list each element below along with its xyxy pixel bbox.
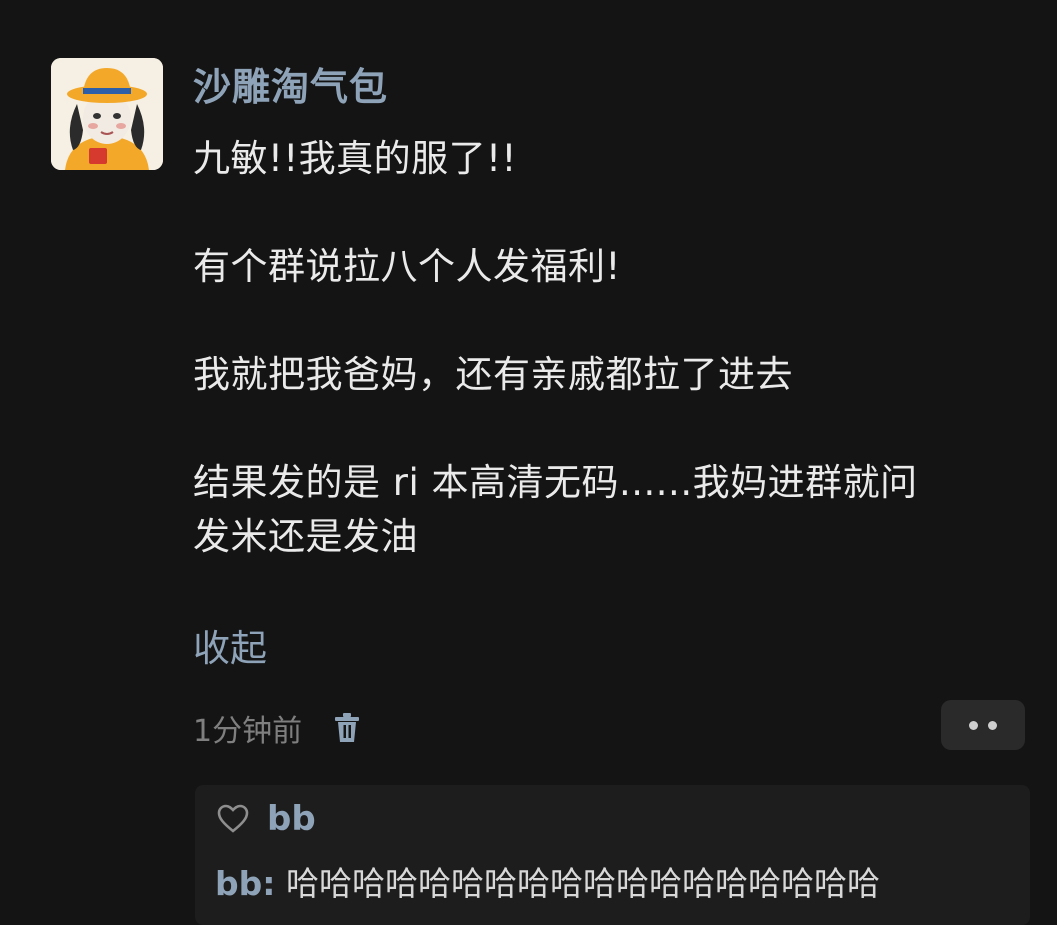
collapse-button[interactable]: 收起 — [193, 622, 267, 676]
reply-text: 哈哈哈哈哈哈哈哈哈哈哈哈哈哈哈哈哈哈 — [285, 864, 880, 903]
comment-username[interactable]: 沙雕淘气包 — [193, 60, 388, 114]
reply-item[interactable]: bb: 哈哈哈哈哈哈哈哈哈哈哈哈哈哈哈哈哈哈 — [215, 859, 880, 909]
more-dots-icon — [969, 720, 978, 730]
trash-icon[interactable] — [330, 711, 364, 745]
reply-author[interactable]: bb: — [215, 864, 275, 903]
comment-text: 九敏!!我真的服了!! 有个群说拉八个人发福利! 我就把我爸妈，还有亲戚都拉了进… — [193, 137, 918, 558]
reply-section: bb bb: 哈哈哈哈哈哈哈哈哈哈哈哈哈哈哈哈哈哈 — [195, 785, 1030, 925]
liker-name[interactable]: bb — [267, 799, 316, 839]
cartoon-girl-avatar-icon — [51, 58, 163, 170]
heart-icon[interactable] — [217, 804, 249, 834]
more-dots-icon — [988, 720, 997, 730]
user-avatar[interactable] — [51, 58, 163, 170]
reply-likes: bb — [217, 799, 316, 839]
more-options-button[interactable] — [941, 700, 1025, 750]
comment-timestamp: 1分钟前 — [193, 714, 303, 749]
comment-meta: 1分钟前 — [193, 701, 364, 755]
